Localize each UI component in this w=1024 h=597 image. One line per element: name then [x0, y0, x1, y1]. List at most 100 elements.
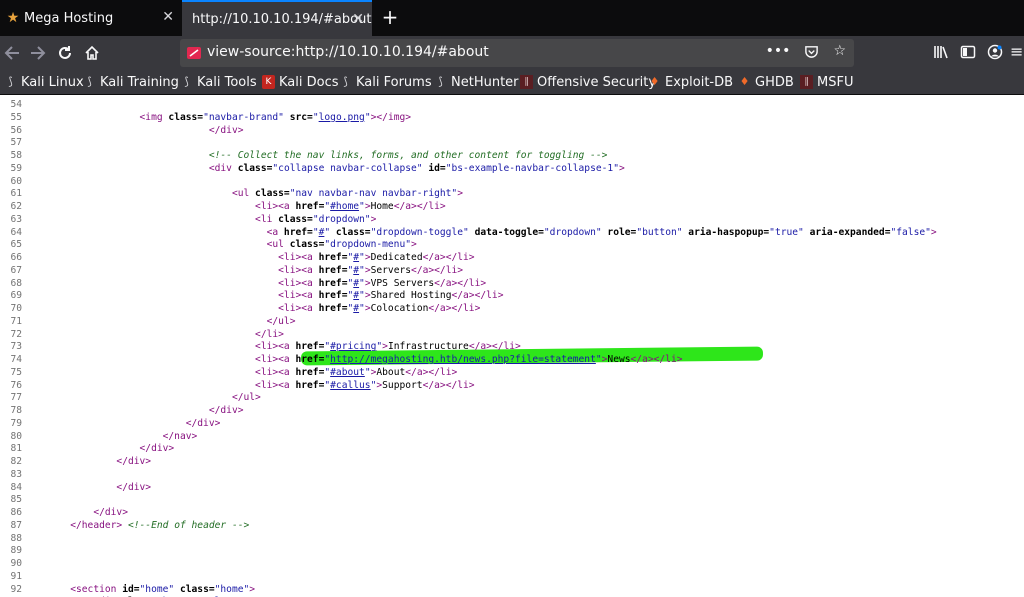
source-token: class= — [330, 226, 371, 238]
source-line: 91 — [0, 570, 24, 583]
source-token: > — [618, 162, 625, 174]
source-token: <ul — [231, 188, 256, 200]
source-token: <li><a — [278, 252, 319, 263]
source-line: 68 <li><a href="#">VPS Servers</a></li> — [0, 277, 486, 290]
source-token: </ul> — [231, 392, 261, 404]
source-link[interactable]: logo.png — [319, 112, 365, 123]
bookmark-kali-forums[interactable]: ⟆ Kali Forums — [339, 73, 431, 91]
line-number: 62 — [10, 201, 22, 212]
bookmark-kali-linux[interactable]: ⟆ Kali Linux — [4, 73, 84, 91]
source-token: href= — [295, 341, 325, 353]
source-token: href= — [295, 201, 325, 212]
line-number: 61 — [10, 188, 22, 200]
reload-button[interactable] — [53, 41, 77, 65]
source-token: > — [249, 583, 256, 595]
bookmark-kali-docs[interactable]: K Kali Docs — [262, 73, 339, 91]
line-number: 89 — [10, 545, 22, 557]
tab-label: http://10.10.10.194/#about — [192, 11, 372, 27]
source-token: <ul — [266, 239, 290, 251]
source-line: 78 </div> — [0, 404, 244, 417]
kali-docs-icon: K — [262, 75, 275, 89]
line-number: 68 — [10, 277, 22, 289]
source-token: "home" — [139, 583, 175, 595]
source-token: data-toggle= — [468, 226, 544, 238]
source-token: </div> — [208, 405, 244, 416]
back-button[interactable] — [0, 41, 24, 65]
source-token: <div — [208, 162, 238, 174]
library-icon[interactable] — [933, 44, 949, 64]
source-token: id= — [122, 583, 140, 595]
source-token: <li><a — [278, 264, 319, 276]
source-link[interactable]: #about — [330, 367, 365, 378]
line-number: 69 — [10, 290, 22, 302]
source-line: 74 <li><a href="http://megahosting.htb/n… — [0, 353, 683, 366]
source-token: <li — [255, 213, 279, 225]
source-token: </div> — [185, 417, 221, 429]
bookmark-label: Kali Linux — [21, 74, 84, 90]
bookmark-kali-training[interactable]: ⟆ Kali Training — [83, 73, 179, 91]
source-token: </div> — [116, 456, 152, 467]
address-bar[interactable]: view-source:http://10.10.10.194/#about •… — [180, 39, 854, 67]
nethunter-icon: ⟆ — [438, 75, 443, 88]
tab-view-source[interactable]: http://10.10.10.194/#about ✕ — [182, 0, 372, 36]
source-token: <!--End of header --> — [127, 519, 250, 531]
close-tab-icon[interactable]: ✕ — [162, 9, 174, 25]
ellipsis-icon[interactable]: ••• — [766, 43, 791, 63]
tab-label: Mega Hosting — [24, 10, 114, 26]
source-token: </li> — [255, 328, 284, 340]
source-token: <a — [266, 226, 284, 238]
bookmark-exploit-db[interactable]: ♦ Exploit-DB — [648, 73, 734, 91]
source-link[interactable]: #callus — [330, 380, 370, 391]
source-token: > — [411, 239, 417, 251]
source-token: </a></li> — [630, 354, 683, 365]
line-number: 67 — [10, 264, 22, 276]
star-outline-icon[interactable]: ☆ — [833, 43, 846, 63]
bookmark-msfu[interactable]: ∥ MSFU — [800, 73, 853, 91]
source-link[interactable]: #home — [330, 201, 359, 212]
source-link[interactable]: http://megahosting.htb/news.php?file=sta… — [330, 354, 596, 365]
close-tab-icon[interactable]: ✕ — [352, 11, 364, 27]
line-number: 91 — [10, 570, 22, 582]
line-number: 85 — [10, 494, 22, 506]
source-line: 84 </div> — [0, 481, 151, 494]
line-number: 64 — [10, 226, 22, 238]
source-token: aria-haspopup= — [682, 226, 770, 238]
home-button[interactable] — [80, 41, 104, 65]
source-token: class= — [174, 583, 215, 595]
pocket-icon[interactable] — [804, 43, 819, 63]
new-tab-button[interactable]: + — [379, 5, 401, 29]
source-token: </div> — [93, 507, 128, 518]
bookmark-offensive-security[interactable]: ∥ Offensive Security — [520, 73, 656, 91]
bookmark-nethunter[interactable]: ⟆ NetHunter — [434, 73, 518, 91]
line-number: 84 — [10, 481, 22, 493]
menu-icon[interactable]: ≡ — [1010, 42, 1023, 61]
line-number: 57 — [10, 137, 22, 149]
source-token: "dropdown-toggle" — [370, 226, 469, 238]
source-line: 69 <li><a href="#">Shared Hosting</a></l… — [0, 289, 503, 302]
source-token: class= — [237, 162, 273, 174]
forward-button[interactable] — [26, 41, 50, 65]
sidebar-icon[interactable] — [960, 44, 976, 64]
source-line: 88 — [0, 532, 24, 545]
source-link[interactable]: #pricing — [330, 341, 376, 352]
account-icon[interactable] — [987, 44, 1003, 64]
source-token: </a></li> — [428, 303, 481, 314]
url-text[interactable]: view-source:http://10.10.10.194/#about — [207, 44, 489, 60]
source-line: 86 </div> — [0, 506, 128, 519]
forward-arrow-icon — [31, 46, 46, 60]
tab-mega-hosting[interactable]: ★ Mega Hosting ✕ — [0, 0, 182, 36]
bookmark-ghdb[interactable]: ♦ GHDB — [738, 73, 794, 91]
offsec-icon: ∥ — [520, 75, 533, 89]
source-token: > — [457, 188, 463, 200]
bookmark-kali-tools[interactable]: ⟆ Kali Tools — [180, 73, 256, 91]
line-number: 58 — [10, 150, 22, 161]
line-number: 77 — [10, 392, 22, 404]
